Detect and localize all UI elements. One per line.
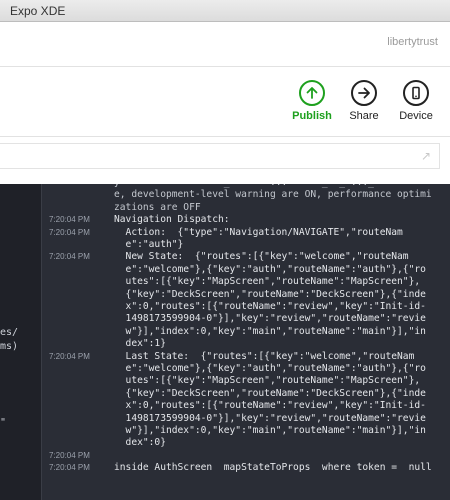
log-entry: e, development-level warning are ON, per… (42, 189, 450, 201)
window-title: Expo XDE (10, 4, 66, 18)
log-message: e":"welcome"},{"key":"auth","routeName":… (114, 363, 426, 374)
log-entry: zations are OFF (42, 202, 450, 214)
log-entry: {"key":"DeckScreen","routeName":"DeckScr… (42, 388, 450, 400)
window-titlebar: Expo XDE (0, 0, 450, 22)
log-timestamp: 7:20:04 PM (49, 252, 90, 262)
log-entry: 7:20:04 PM Action: {"type":"Navigation/N… (42, 227, 450, 239)
log-message: Last State: {"routes":[{"key":"welcome",… (114, 350, 415, 362)
account-bar: libertytrust (0, 22, 450, 67)
log-entry: utes":[{"key":"MapScreen","routeName":"M… (42, 375, 450, 387)
log-message: utes":[{"key":"MapScreen","routeName":"M… (114, 375, 421, 387)
url-field[interactable]: ↗ (0, 143, 440, 169)
log-entry: 7:20:04 PM inside AuthScreen mapStateToPr… (42, 462, 450, 474)
share-button[interactable]: Share (338, 80, 390, 122)
log-message: e":"auth"} (114, 239, 184, 250)
log-message: 1498173599904-0"}],"key":"review","route… (114, 313, 426, 325)
log-message: e":"welcome"},{"key":"auth","routeName":… (114, 263, 426, 275)
log-panel: es/ ms) " y _ ... _ _ ..._e, development… (0, 184, 450, 500)
log-message: zations are OFF (114, 201, 201, 213)
log-message: x":0,"routes":[{"routeName":"review","ke… (114, 400, 426, 412)
device-label: Device (399, 110, 433, 122)
log-message: w"}],"index":0,"key":"main","routeName":… (114, 325, 426, 337)
log-message: {"key":"DeckScreen","routeName":"DeckScr… (114, 288, 426, 300)
log-entry: dex":0} (42, 437, 450, 449)
publish-label: Publish (292, 110, 332, 122)
device-button[interactable]: Device (390, 80, 442, 122)
log-entry: x":0,"routes":[{"routeName":"review","ke… (42, 301, 450, 313)
log-entry: dex":1} (42, 338, 450, 350)
log-message: {"key":"DeckScreen","routeName":"DeckScr… (114, 387, 426, 399)
log-entry: utes":[{"key":"MapScreen","routeName":"M… (42, 276, 450, 288)
log-message: e, development-level warning are ON, per… (114, 189, 432, 201)
log-entry: 7:20:04 PM Navigation Dispatch: (42, 214, 450, 226)
publish-icon (299, 80, 325, 106)
device-log-pane[interactable]: y _ ... _ _ ..._e, development-level war… (42, 184, 450, 500)
log-timestamp: 7:20:04 PM (49, 227, 90, 237)
account-username[interactable]: libertytrust (387, 36, 438, 48)
log-entry: 1498173599904-0"}],"key":"review","route… (42, 413, 450, 425)
log-message: utes":[{"key":"MapScreen","routeName":"M… (114, 276, 421, 288)
external-link-icon[interactable]: ↗ (421, 149, 431, 163)
share-label: Share (349, 110, 379, 122)
log-message: Navigation Dispatch: (114, 214, 230, 226)
toolbar: Publish Share Device (0, 67, 450, 137)
log-fragment: es/ (0, 327, 19, 338)
log-entry: e":"welcome"},{"key":"auth","routeName":… (42, 264, 450, 276)
share-arrow-icon (351, 80, 377, 106)
log-entry: e":"welcome"},{"key":"auth","routeName":… (42, 363, 450, 375)
log-timestamp: 7:20:04 PM (49, 463, 90, 473)
publish-button[interactable]: Publish (286, 80, 338, 122)
log-message: dex":1} (114, 338, 166, 350)
log-entry: 7:20:04 PM Last State: {"routes":[{"key"… (42, 351, 450, 363)
log-entry: 1498173599904-0"}],"key":"review","route… (42, 313, 450, 325)
log-fragment: ms) (0, 341, 19, 352)
log-entry: 7:20:04 PM (42, 450, 450, 462)
log-message: x":0,"routes":[{"routeName":"review","ke… (114, 301, 426, 312)
packager-log-pane[interactable]: es/ ms) " (0, 184, 41, 500)
log-timestamp: 7:20:04 PM (49, 450, 90, 460)
log-message: Action: {"type":"Navigation/NAVIGATE","r… (114, 226, 403, 238)
log-entry: w"}],"index":0,"key":"main","routeName":… (42, 425, 450, 437)
log-timestamp: 7:20:04 PM (49, 351, 90, 361)
log-message: New State: {"routes":[{"key":"welcome","… (114, 251, 409, 263)
log-entry: w"}],"index":0,"key":"main","routeName":… (42, 326, 450, 338)
log-message: dex":0} (114, 437, 166, 449)
log-entry: 7:20:04 PM New State: {"routes":[{"key":… (42, 251, 450, 263)
log-entry: {"key":"DeckScreen","routeName":"DeckScr… (42, 289, 450, 301)
log-timestamp: 7:20:04 PM (49, 215, 90, 225)
device-phone-icon (403, 80, 429, 106)
log-entry: e":"auth"} (42, 239, 450, 251)
log-message: 1498173599904-0"}],"key":"review","route… (114, 412, 426, 424)
log-message: w"}],"index":0,"key":"main","routeName":… (114, 425, 426, 436)
log-entry: x":0,"routes":[{"routeName":"review","ke… (42, 400, 450, 412)
log-message: inside AuthScreen mapStateToProps where … (114, 462, 432, 474)
log-fragment: " (0, 417, 7, 428)
